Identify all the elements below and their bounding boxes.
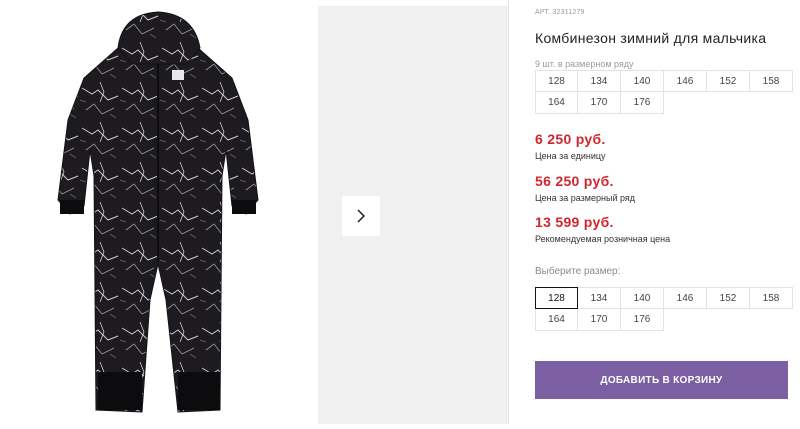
- size-row-cell: 134: [578, 70, 621, 92]
- product-gallery: [0, 0, 508, 424]
- size-row-cell: 146: [664, 70, 707, 92]
- size-row-cell: 176: [621, 92, 664, 114]
- size-row-note: 9 шт. в размерном ряду: [535, 59, 634, 69]
- row-price: 56 250 руб.: [535, 173, 614, 189]
- next-image-button[interactable]: [342, 196, 380, 236]
- size-option[interactable]: 152: [707, 287, 750, 309]
- add-to-cart-button[interactable]: ДОБАВИТЬ В КОРЗИНУ: [535, 361, 788, 399]
- size-option[interactable]: 170: [578, 309, 621, 331]
- size-row-cell: 170: [578, 92, 621, 114]
- product-title: Комбинезон зимний для мальчика: [535, 30, 767, 46]
- size-picker: 128 134 140 146 152 158 164 170 176: [535, 287, 793, 331]
- snowsuit-image: [57, 11, 259, 413]
- size-row-cell: 140: [621, 70, 664, 92]
- divider: [508, 0, 509, 424]
- size-row-cell: 158: [750, 70, 793, 92]
- size-option[interactable]: 158: [750, 287, 793, 309]
- size-row-cell: 128: [535, 70, 578, 92]
- size-row-cell: 152: [707, 70, 750, 92]
- unit-price: 6 250 руб.: [535, 131, 606, 147]
- retail-price-label: Рекомендуемая розничная цена: [535, 234, 671, 244]
- chevron-right-icon: [357, 209, 366, 223]
- size-option[interactable]: 176: [621, 309, 664, 331]
- row-price-label: Цена за размерный ряд: [535, 193, 636, 203]
- retail-price: 13 599 руб.: [535, 214, 614, 230]
- product-sku: АРТ. 32311279: [535, 9, 585, 16]
- product-photo[interactable]: [0, 0, 316, 424]
- size-option[interactable]: 140: [621, 287, 664, 309]
- size-option[interactable]: 164: [535, 309, 578, 331]
- size-option[interactable]: 134: [578, 287, 621, 309]
- size-picker-label: Выберите размер:: [535, 266, 621, 277]
- unit-price-label: Цена за единицу: [535, 151, 606, 161]
- size-row-grid: 128 134 140 146 152 158 164 170 176: [535, 70, 793, 114]
- size-option[interactable]: 146: [664, 287, 707, 309]
- size-row-cell: 164: [535, 92, 578, 114]
- size-option[interactable]: 128: [535, 287, 578, 309]
